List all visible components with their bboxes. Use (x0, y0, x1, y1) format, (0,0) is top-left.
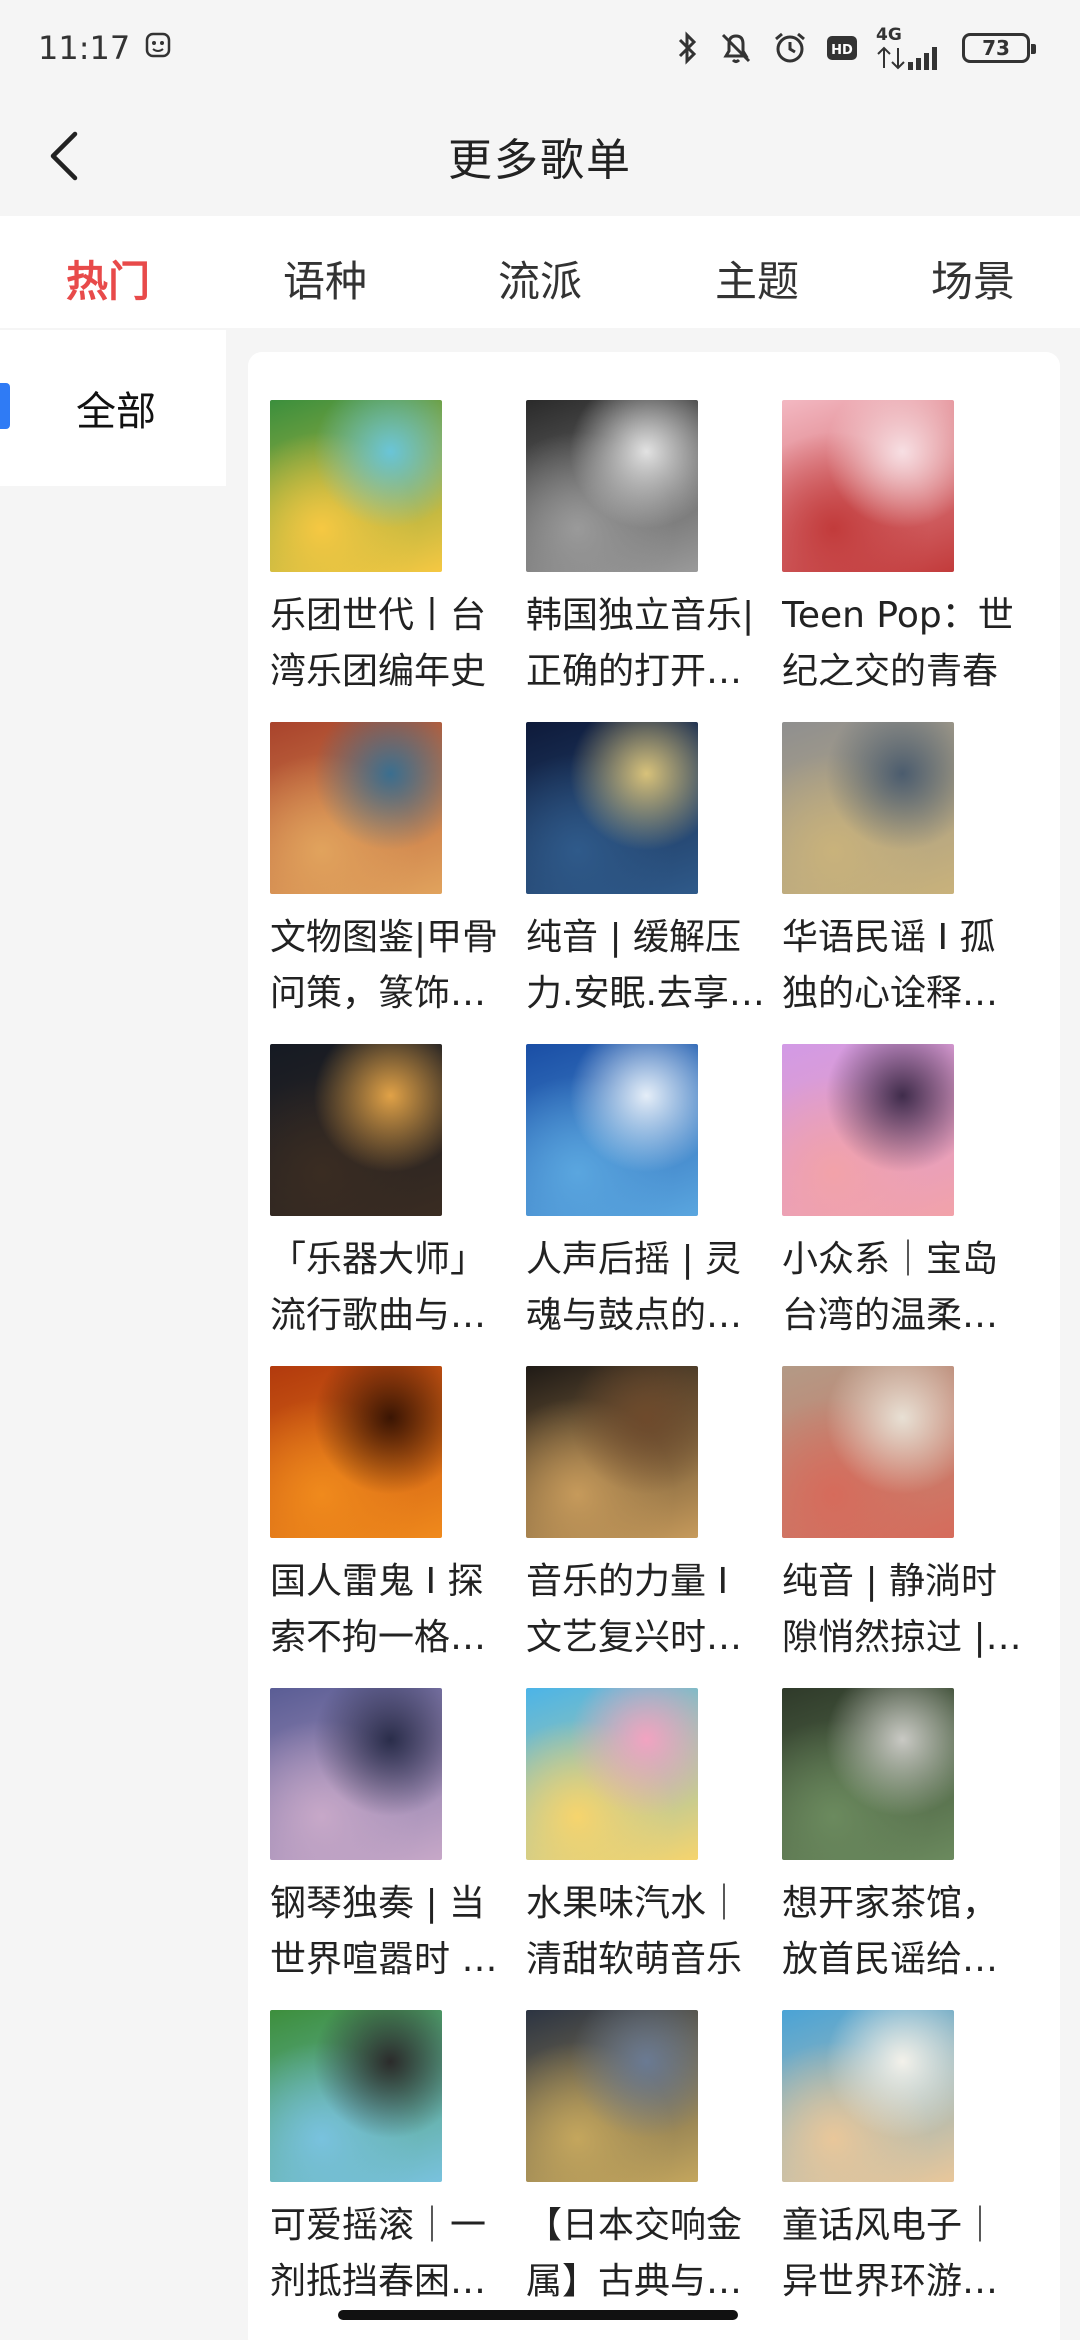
playlist-cover-image[interactable] (270, 1366, 442, 1538)
playlist-card[interactable]: 人声后摇 | 灵魂与鼓点的共鸣 (526, 1044, 782, 1366)
playlist-card[interactable]: 华语民谣 I 孤独的心诠释自由 (782, 722, 1038, 1044)
tab-theme[interactable]: 主题 (715, 248, 799, 309)
header: 更多歌单 (0, 96, 1080, 216)
playlist-cover-image[interactable] (270, 400, 442, 572)
playlist-cover-image[interactable] (526, 722, 698, 894)
sidebar-item-all[interactable]: 全部 (0, 330, 226, 486)
playlist-cover-image[interactable] (526, 400, 698, 572)
playlist-title[interactable]: 【日本交响金属】古典与重金属 (526, 2198, 770, 2310)
status-left: 11:17 (38, 29, 172, 67)
playlist-cover-image[interactable] (270, 1044, 442, 1216)
playlist-grid: 乐团世代丨台湾乐团编年史韩国独立音乐|正确的打开方式Teen Pop：世纪之交的… (270, 400, 1040, 2332)
playlist-title[interactable]: 人声后摇 | 灵魂与鼓点的共鸣 (526, 1232, 770, 1344)
network-type: 4G (876, 24, 902, 45)
battery-level: 73 (982, 36, 1010, 60)
playlist-title[interactable]: 纯音 | 缓解压力.安眠.去享受星空 (526, 910, 770, 1022)
playlist-title[interactable]: 可爱摇滚｜一剂抵挡春困的良药 (270, 2198, 514, 2310)
network-indicator: 4G (876, 24, 944, 70)
battery-icon: 73 (962, 33, 1036, 63)
playlist-title[interactable]: 乐团世代丨台湾乐团编年史 (270, 588, 514, 700)
tab-genre[interactable]: 流派 (498, 248, 582, 309)
status-time: 11:17 (38, 29, 131, 67)
playlist-card[interactable]: 可爱摇滚｜一剂抵挡春困的良药 (270, 2010, 526, 2332)
playlist-card[interactable]: 国人雷鬼 I 探索不拘一格的律动 (270, 1366, 526, 1688)
playlist-panel: 乐团世代丨台湾乐团编年史韩国独立音乐|正确的打开方式Teen Pop：世纪之交的… (248, 352, 1060, 2340)
playlist-card[interactable]: 「乐器大师」流行歌曲与乐器 (270, 1044, 526, 1366)
playlist-cover-image[interactable] (526, 1366, 698, 1538)
signal-icon (877, 46, 937, 70)
playlist-cover-image[interactable] (782, 722, 954, 894)
playlist-card[interactable]: 小众系｜宝岛台湾的温柔时光 (782, 1044, 1038, 1366)
playlist-card[interactable]: 【日本交响金属】古典与重金属 (526, 2010, 782, 2332)
playlist-cover-image[interactable] (270, 1688, 442, 1860)
playlist-title[interactable]: 韩国独立音乐|正确的打开方式 (526, 588, 770, 700)
playlist-card[interactable]: 纯音 | 静淌时隙悄然掠过 | 放松 (782, 1366, 1038, 1688)
playlist-cover-image[interactable] (270, 2010, 442, 2182)
playlist-cover-image[interactable] (526, 1688, 698, 1860)
status-right: HD 4G 73 (676, 24, 1036, 70)
playlist-title[interactable]: 音乐的力量 I 文艺复兴时期的艺术 (526, 1554, 770, 1666)
playlist-card[interactable]: 纯音 | 缓解压力.安眠.去享受星空 (526, 722, 782, 1044)
playlist-title[interactable]: 国人雷鬼 I 探索不拘一格的律动 (270, 1554, 514, 1666)
playlist-card[interactable]: 水果味汽水｜清甜软萌音乐 (526, 1688, 782, 2010)
playlist-title[interactable]: 水果味汽水｜清甜软萌音乐 (526, 1876, 770, 1988)
playlist-card[interactable]: 钢琴独奏 | 当世界喧嚣时 静听 (270, 1688, 526, 2010)
status-bar: 11:17 HD 4G 73 (0, 0, 1080, 96)
sidebar: 全部 (0, 330, 226, 2340)
playlist-title[interactable]: 想开家茶馆，放首民谣给你听 (782, 1876, 1026, 1988)
playlist-card[interactable]: Teen Pop：世纪之交的青春 (782, 400, 1038, 722)
playlist-title[interactable]: 小众系｜宝岛台湾的温柔时光 (782, 1232, 1026, 1344)
playlist-card[interactable]: 韩国独立音乐|正确的打开方式 (526, 400, 782, 722)
bluetooth-icon (676, 30, 700, 66)
svg-text:HD: HD (831, 43, 853, 58)
playlist-title[interactable]: 华语民谣 I 孤独的心诠释自由 (782, 910, 1026, 1022)
category-tabs: 热门 语种 流派 主题 场景 (0, 216, 1080, 328)
hd-icon: HD (826, 34, 858, 62)
sidebar-active-indicator (0, 383, 10, 429)
playlist-card[interactable]: 想开家茶馆，放首民谣给你听 (782, 1688, 1038, 2010)
playlist-title[interactable]: 「乐器大师」流行歌曲与乐器 (270, 1232, 514, 1344)
playlist-cover-image[interactable] (782, 400, 954, 572)
alarm-icon (772, 30, 808, 66)
mute-bell-icon (718, 30, 754, 66)
home-indicator[interactable] (338, 2310, 738, 2320)
page-title: 更多歌单 (448, 135, 632, 186)
tab-hot[interactable]: 热门 (66, 248, 150, 309)
playlist-title[interactable]: 纯音 | 静淌时隙悄然掠过 | 放松 (782, 1554, 1026, 1666)
playlist-cover-image[interactable] (526, 1044, 698, 1216)
back-arrow-icon (50, 131, 78, 181)
playlist-cover-image[interactable] (782, 1688, 954, 1860)
playlist-card[interactable]: 童话风电子｜异世界环游之旅 (782, 2010, 1038, 2332)
playlist-title[interactable]: 文物图鉴|甲骨问策，篆饰华章 (270, 910, 514, 1022)
sidebar-item-label: 全部 (76, 389, 156, 435)
playlist-title[interactable]: 童话风电子｜异世界环游之旅 (782, 2198, 1026, 2310)
playlist-cover-image[interactable] (782, 1044, 954, 1216)
notification-face-icon (144, 29, 172, 67)
playlist-card[interactable]: 音乐的力量 I 文艺复兴时期的艺术 (526, 1366, 782, 1688)
playlist-title[interactable]: Teen Pop：世纪之交的青春 (782, 588, 1026, 700)
playlist-cover-image[interactable] (270, 722, 442, 894)
tab-scene[interactable]: 场景 (931, 248, 1015, 309)
playlist-card[interactable]: 乐团世代丨台湾乐团编年史 (270, 400, 526, 722)
back-button[interactable] (34, 126, 94, 186)
tab-language[interactable]: 语种 (283, 248, 367, 309)
playlist-card[interactable]: 文物图鉴|甲骨问策，篆饰华章 (270, 722, 526, 1044)
playlist-cover-image[interactable] (782, 1366, 954, 1538)
playlist-cover-image[interactable] (782, 2010, 954, 2182)
playlist-title[interactable]: 钢琴独奏 | 当世界喧嚣时 静听 (270, 1876, 514, 1988)
playlist-cover-image[interactable] (526, 2010, 698, 2182)
